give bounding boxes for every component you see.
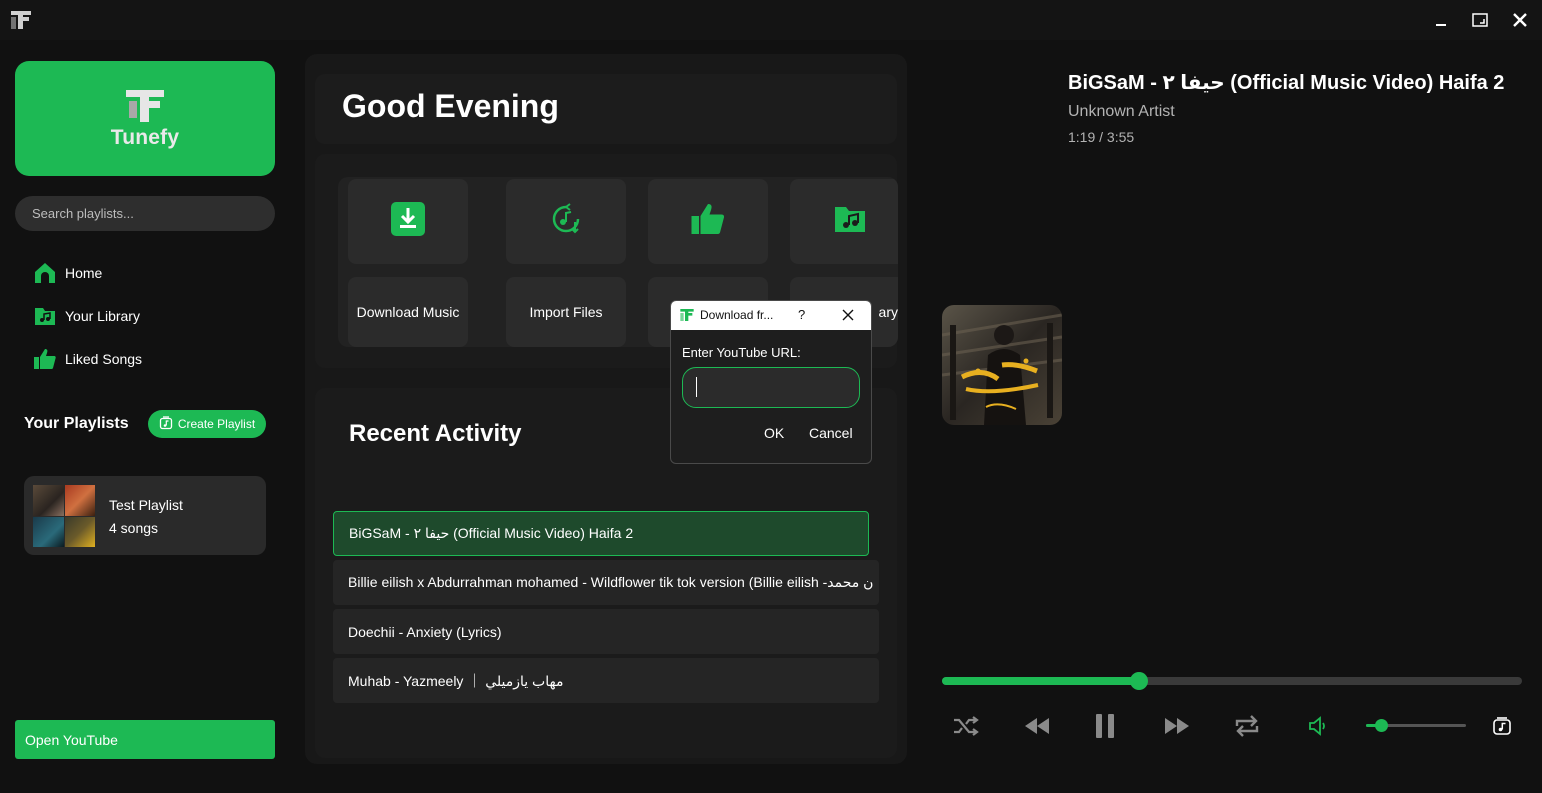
- repeat-icon[interactable]: [1230, 710, 1264, 742]
- album-art: [942, 305, 1062, 425]
- progress-handle[interactable]: [1130, 672, 1148, 690]
- brand-card: Tunefy: [15, 61, 275, 176]
- playlist-name: Test Playlist: [109, 497, 183, 513]
- app-logo-icon: [679, 307, 695, 328]
- recent-activity-heading: Recent Activity: [349, 420, 522, 447]
- import-files-label[interactable]: Import Files: [506, 277, 626, 347]
- dialog-title: Download fr...: [700, 308, 774, 322]
- sidebar-item-home[interactable]: Home: [33, 258, 102, 288]
- add-to-playlist-icon[interactable]: [1485, 710, 1519, 742]
- next-icon[interactable]: [1160, 710, 1194, 742]
- close-icon[interactable]: [1507, 8, 1533, 32]
- dialog-close-icon[interactable]: [837, 304, 859, 326]
- library-card[interactable]: [790, 179, 898, 264]
- home-icon: [33, 261, 57, 285]
- now-playing-title: BiGSaM - حيفا ٢ (Official Music Video) H…: [1068, 72, 1505, 94]
- shuffle-icon[interactable]: [949, 710, 983, 742]
- recent-track-row[interactable]: BiGSaM - حيفا ٢ (Official Music Video) H…: [333, 511, 869, 556]
- brand-name: Tunefy: [110, 125, 180, 149]
- text-caret: [696, 377, 697, 397]
- download-dialog: Download fr... ? Enter YouTube URL: OK C…: [670, 300, 872, 464]
- progress-fill: [942, 677, 1139, 685]
- recent-track-row[interactable]: Muhab - Yazmeely ｜ مهاب يازميلي: [333, 658, 879, 703]
- liked-songs-card[interactable]: [648, 179, 768, 264]
- thumbs-up-icon: [690, 201, 726, 242]
- minimize-icon[interactable]: [1428, 8, 1454, 32]
- sidebar-item-label: Liked Songs: [65, 351, 143, 367]
- download-icon: [390, 201, 426, 242]
- playlist-thumbnail: [33, 485, 95, 547]
- now-playing-artist: Unknown Artist: [1068, 103, 1175, 120]
- download-music-card[interactable]: [348, 179, 468, 264]
- cancel-button[interactable]: Cancel: [809, 425, 853, 441]
- ok-button[interactable]: OK: [764, 425, 784, 441]
- search-input[interactable]: [15, 196, 275, 231]
- url-field-label: Enter YouTube URL:: [682, 345, 801, 360]
- volume-icon[interactable]: [1301, 710, 1335, 742]
- now-playing-time: 1:19 / 3:55: [1068, 129, 1135, 145]
- playlist-card[interactable]: Test Playlist 4 songs: [24, 476, 266, 555]
- download-music-label[interactable]: Download Music: [348, 277, 468, 347]
- pause-icon[interactable]: [1088, 710, 1122, 742]
- recent-track-row[interactable]: Billie eilish x Abdurrahman mohamed - Wi…: [333, 560, 879, 605]
- youtube-url-input[interactable]: [682, 367, 860, 408]
- title-bar: [0, 0, 1542, 40]
- sidebar-item-library[interactable]: Your Library: [33, 301, 140, 331]
- volume-handle[interactable]: [1375, 719, 1388, 732]
- sidebar-item-liked-songs[interactable]: Liked Songs: [33, 344, 142, 374]
- app-logo-icon: [9, 9, 33, 31]
- create-playlist-label: Create Playlist: [177, 417, 256, 431]
- music-folder-icon: [833, 202, 867, 241]
- open-youtube-button[interactable]: Open YouTube: [15, 720, 275, 759]
- dialog-title-bar: Download fr... ?: [671, 301, 871, 330]
- maximize-icon[interactable]: [1467, 8, 1493, 32]
- playlist-song-count: 4 songs: [109, 520, 159, 536]
- help-button[interactable]: ?: [798, 307, 805, 322]
- previous-icon[interactable]: [1020, 710, 1054, 742]
- import-icon: [549, 202, 583, 241]
- library-icon: [33, 304, 57, 328]
- import-files-card[interactable]: [506, 179, 626, 264]
- thumbs-up-icon: [33, 347, 57, 371]
- playlist-add-icon: [159, 415, 173, 433]
- greeting-heading: Good Evening: [342, 88, 559, 124]
- tunefy-logo-icon: [126, 89, 164, 122]
- sidebar-item-label: Home: [65, 265, 103, 281]
- create-playlist-button[interactable]: Create Playlist: [148, 410, 266, 438]
- sidebar-item-label: Your Library: [65, 308, 140, 324]
- playlists-heading: Your Playlists: [24, 415, 129, 432]
- recent-track-row[interactable]: Doechii - Anxiety (Lyrics): [333, 609, 879, 654]
